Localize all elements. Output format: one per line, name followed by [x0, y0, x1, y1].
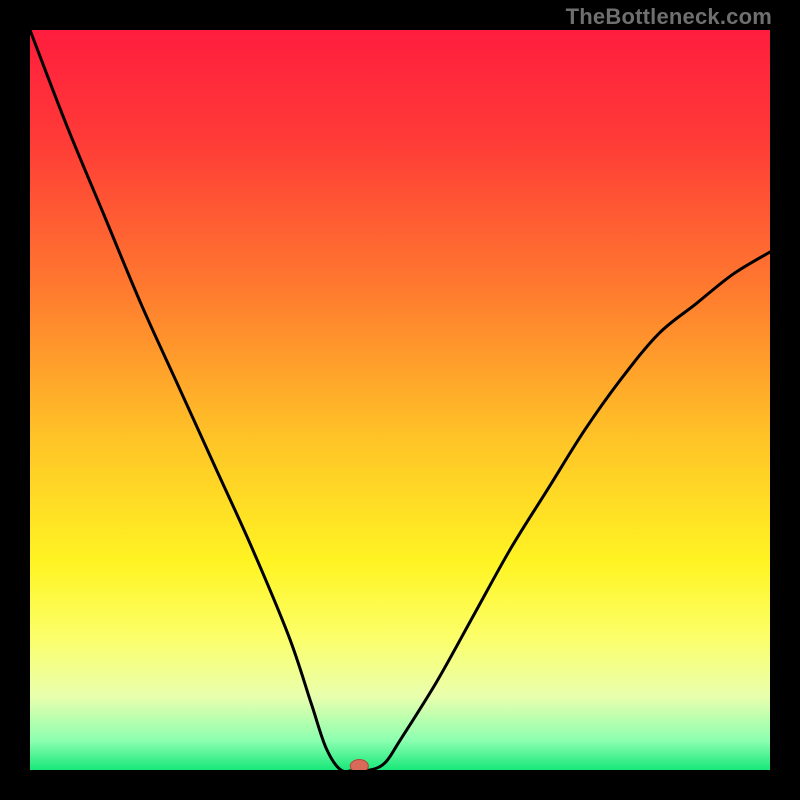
chart-svg [30, 30, 770, 770]
optimum-marker [350, 760, 368, 771]
chart-frame: TheBottleneck.com [0, 0, 800, 800]
plot-area [30, 30, 770, 770]
gradient-background [30, 30, 770, 770]
watermark-text: TheBottleneck.com [566, 4, 772, 30]
